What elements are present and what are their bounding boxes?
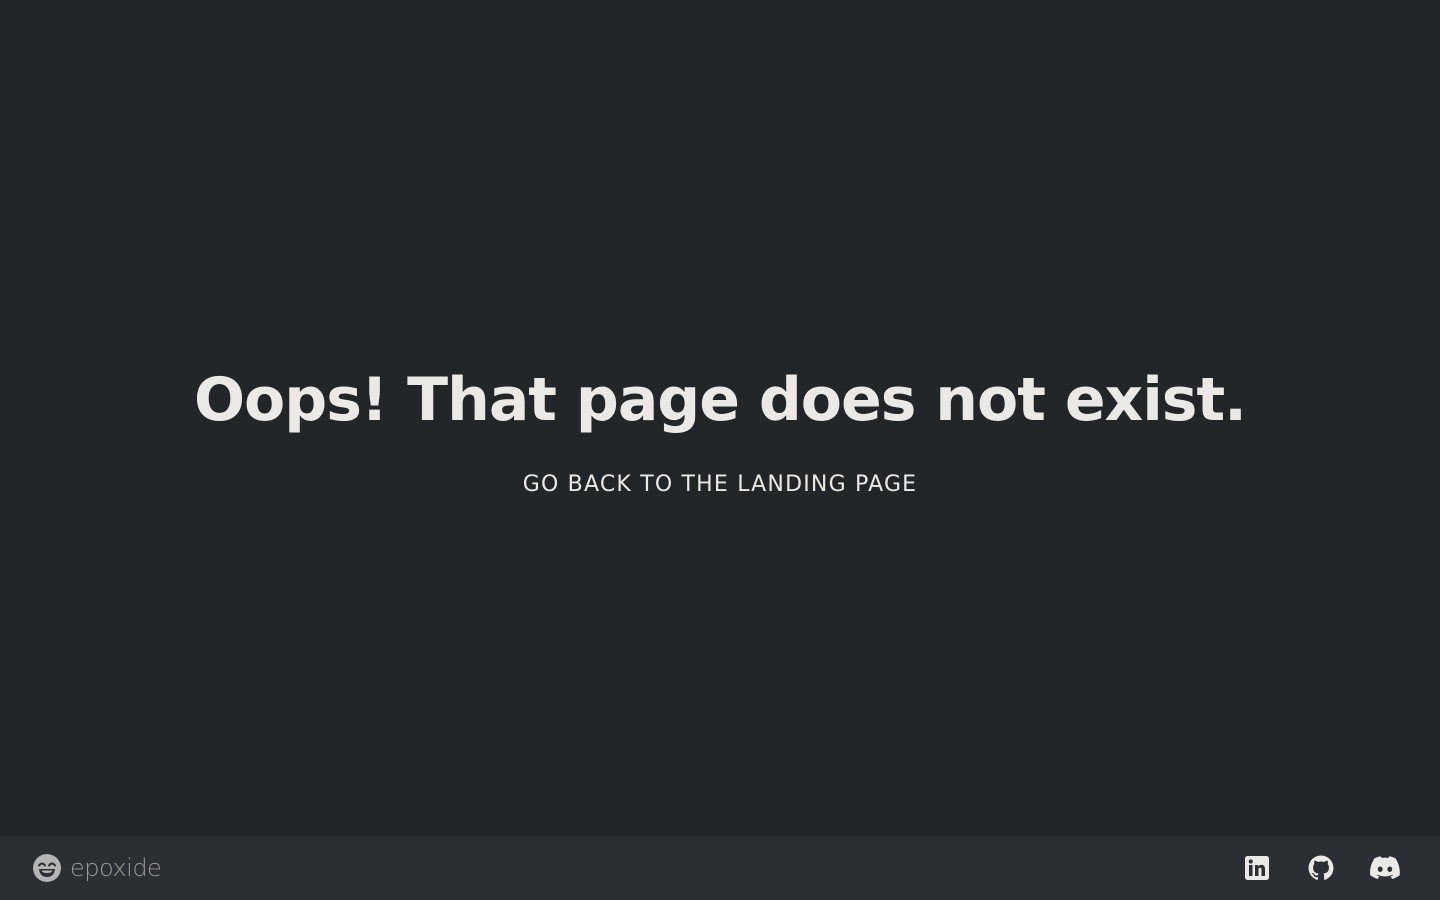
footer: epoxide bbox=[0, 836, 1440, 900]
github-link[interactable] bbox=[1306, 853, 1336, 883]
linkedin-icon bbox=[1245, 856, 1269, 880]
back-to-landing-link[interactable]: GO BACK TO THE LANDING PAGE bbox=[523, 472, 918, 497]
page: Oops! That page does not exist. GO BACK … bbox=[0, 0, 1440, 900]
discord-icon bbox=[1370, 856, 1400, 879]
brand[interactable]: epoxide bbox=[32, 853, 162, 883]
github-icon bbox=[1308, 855, 1334, 880]
social-links bbox=[1242, 853, 1400, 883]
grinning-face-icon bbox=[33, 854, 61, 882]
error-headline: Oops! That page does not exist. bbox=[194, 364, 1247, 435]
brand-name: epoxide bbox=[70, 854, 162, 882]
discord-link[interactable] bbox=[1370, 853, 1400, 883]
main-content: Oops! That page does not exist. GO BACK … bbox=[0, 0, 1440, 836]
linkedin-link[interactable] bbox=[1242, 853, 1272, 883]
